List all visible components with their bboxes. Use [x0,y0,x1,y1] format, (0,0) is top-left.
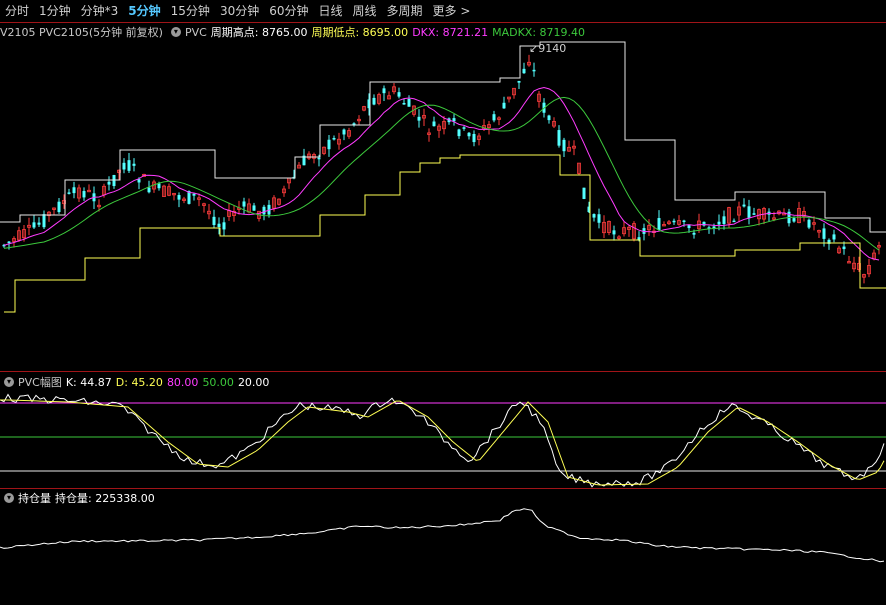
candle-body [157,183,161,189]
candle-body [822,228,826,239]
candle-body [682,220,686,223]
candle-body [792,218,796,222]
candle-body [522,68,526,74]
kline-chart[interactable]: ↙9140 [0,0,886,605]
candle-body [107,181,111,185]
candle-body [807,219,811,228]
candle-body [397,92,401,97]
candle-body [112,174,116,187]
cycle-high-line [0,41,886,233]
candle-body [717,221,721,225]
candle-body [177,195,181,200]
candle-body [147,187,151,193]
candle-body [747,206,751,218]
candle-body [402,102,406,105]
candle-body [472,133,476,143]
candle-body [592,214,596,218]
candle-body [687,225,691,229]
candle-body [132,163,136,166]
candle-body [462,127,466,129]
candle-body [432,121,436,127]
candle-body [67,192,71,194]
candle-body [672,220,676,223]
candle-body [842,246,846,250]
candle-body [732,220,736,223]
peak-label: ↙9140 [529,42,566,55]
candle-body [32,222,36,228]
candle-body [342,129,346,135]
candle-body [547,115,551,121]
candle-body [752,213,756,215]
candle-body [72,187,76,194]
madkx-line [3,96,880,251]
dkx-line [3,86,880,261]
candle-body [492,114,496,121]
candle-body [452,118,456,122]
candle-body [192,193,196,196]
candle-body [372,97,376,105]
osc-k-line [0,393,885,488]
candle-body [407,98,411,107]
candle-body [317,157,321,160]
candle-body [252,205,256,211]
candle-body [532,69,536,72]
candle-body [517,80,521,83]
candle-body [42,214,46,228]
candle-body [7,241,11,244]
candle-body [217,223,221,227]
candle-body [122,162,126,170]
candle-body [742,204,746,207]
candle-body [57,201,61,213]
cycle-low-line [4,154,886,313]
candle-body [222,222,226,230]
open-interest-line [0,508,885,563]
candle-body [502,102,506,109]
candle-body [562,139,566,152]
candle-body [637,237,641,240]
candle-body [612,230,616,235]
candle-body [417,116,421,121]
candle-body [467,132,471,137]
candle-body [597,214,601,223]
candle-body [127,160,131,171]
candle-body [582,187,586,199]
candle-body [457,129,461,137]
candle-body [212,216,216,225]
candle-body [657,218,661,230]
candle-body [327,139,331,150]
candle-body [692,232,696,235]
candle-body [382,88,386,94]
candle-body [82,191,86,198]
candle-body [262,206,266,215]
candle-body [37,222,41,225]
candle-body [722,216,726,224]
candle-body [242,201,246,207]
candle-body [332,138,336,140]
candle-body [557,130,561,146]
candle-body [832,234,836,240]
